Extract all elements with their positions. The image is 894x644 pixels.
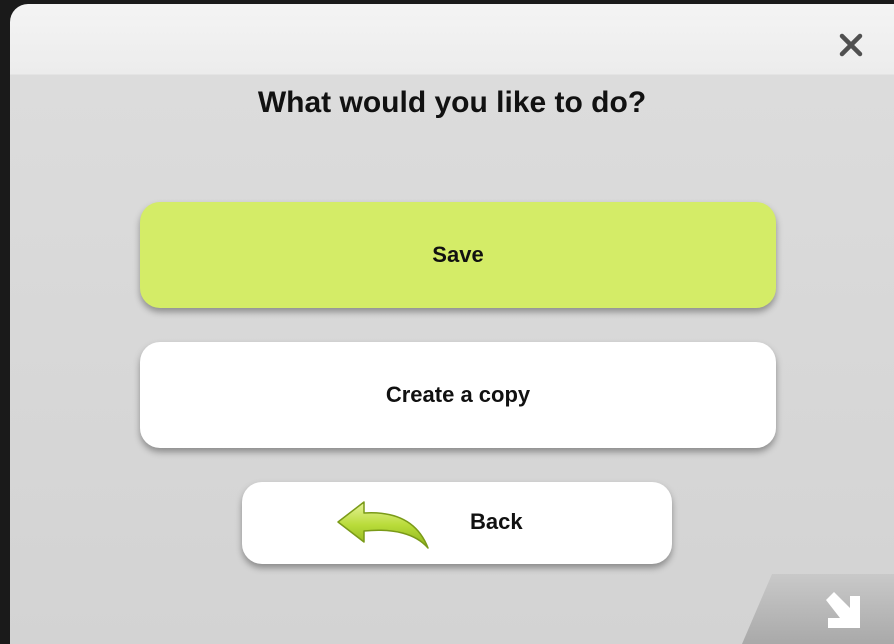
- create-copy-button-label: Create a copy: [385, 382, 531, 407]
- dialog-title: What would you like to do?: [257, 86, 647, 119]
- create-copy-button[interactable]: Create a copy: [140, 342, 776, 448]
- back-button-label: Back: [470, 509, 523, 534]
- next-corner-button[interactable]: [742, 574, 894, 644]
- close-icon: [839, 33, 863, 57]
- back-button[interactable]: Back: [242, 482, 672, 564]
- back-arrow-icon: [337, 501, 429, 549]
- arrow-down-right-icon: [826, 592, 860, 628]
- save-button[interactable]: Save: [140, 202, 776, 308]
- dialog: What would you like to do? Save Create a…: [10, 4, 894, 644]
- close-button[interactable]: [828, 22, 874, 68]
- save-button-label: Save: [432, 242, 484, 267]
